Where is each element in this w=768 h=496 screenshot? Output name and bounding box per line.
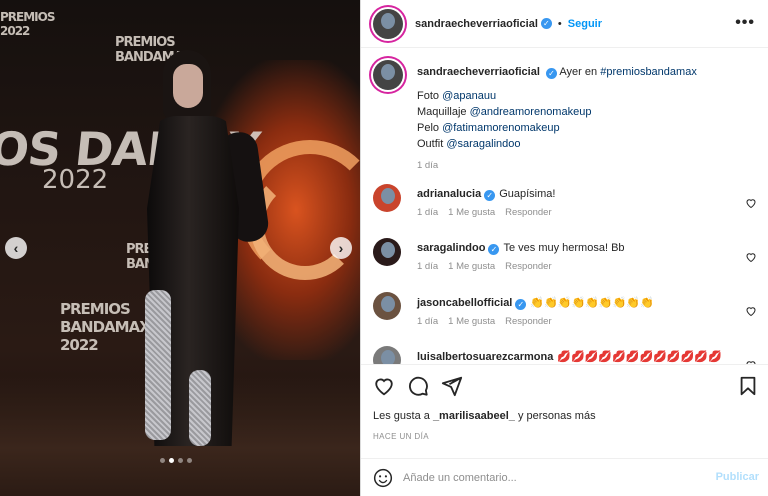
publish-button[interactable]: Publicar [716,471,759,483]
avatar[interactable] [373,184,401,212]
comment-meta: 1 día 1 Me gusta Responder [417,316,737,327]
avatar[interactable] [373,292,401,320]
avatar[interactable] [373,346,401,364]
comment-text: Te ves muy hermosa! Bb [503,242,625,254]
comment-time: 1 día [417,316,439,327]
heart-icon[interactable] [745,250,757,263]
share-send-icon[interactable] [441,375,463,397]
post-actions [361,364,768,406]
comment-likes[interactable]: 1 Me gusta [448,261,495,272]
caption-text: Ayer en [559,66,601,78]
slide-indicator [160,458,192,463]
caption-line-label: Maquillaje [417,106,470,118]
reply-button[interactable]: Responder [505,207,551,218]
comment-body: adrianalucia ✓ Guapísima! 1 día 1 Me gusta… [417,188,737,218]
comment-text: 💋💋💋💋💋💋💋💋💋💋💋💋 [557,351,722,363]
caption-meta: 1 día [417,158,757,174]
subject-face [173,64,203,108]
reply-button[interactable]: Responder [505,316,551,327]
bookmark-icon[interactable] [737,375,759,397]
likes-summary: Les gusta a _marilisaabeel_ y personas m… [373,410,596,422]
comment-author[interactable]: adrianalucia [417,188,481,200]
comment-author[interactable]: luisalbertosuarezcarmona [417,351,553,363]
avatar[interactable] [373,60,403,90]
comment-likes[interactable]: 1 Me gusta [448,316,495,327]
likes-user-link[interactable]: _marilisaabeel_ [433,410,515,422]
caption-author[interactable]: sandraecheverriaoficial [417,66,540,78]
slide-dot-active [169,458,174,463]
comment-body: saragalindoo ✓ Te ves muy hermosa! Bb 1 dí… [417,242,737,272]
mention-link[interactable]: @apanauu [442,90,496,102]
comment-input[interactable] [403,469,703,487]
subject-leg [189,370,211,446]
comment-likes[interactable]: 1 Me gusta [448,207,495,218]
author-username[interactable]: sandraecheverriaoficial [415,18,538,30]
comment-item: jasoncabellofficial ✓ 👏👏👏👏👏👏👏👏👏 1 día 1 Me… [373,292,763,340]
next-slide-button[interactable]: › [330,237,352,259]
post-header: sandraecheverriaoficial ✓ • Seguir ••• [361,0,768,48]
hashtag-link[interactable]: #premiosbandamax [600,66,697,78]
photo-subject [125,40,275,460]
mention-link[interactable]: @andreamorenomakeup [470,106,592,118]
previous-slide-button[interactable]: ‹ [5,237,27,259]
caption-line-label: Pelo [417,122,443,134]
comment-meta: 1 día 1 Me gusta Responder [417,261,737,272]
comment-item: saragalindoo ✓ Te ves muy hermosa! Bb 1 dí… [373,238,763,286]
comment-item: adrianalucia ✓ Guapísima! 1 día 1 Me gusta… [373,184,763,232]
comment-bubble-icon[interactable] [407,375,429,397]
comment-item: luisalbertosuarezcarmona 💋💋💋💋💋💋💋💋💋💋💋💋 [373,346,763,364]
heart-icon[interactable] [745,196,757,209]
separator-dot: • [557,17,562,30]
comment-body: jasoncabellofficial ✓ 👏👏👏👏👏👏👏👏👏 1 día 1 Me… [417,296,737,327]
chevron-right-icon: › [338,240,344,256]
verified-badge-icon: ✓ [540,18,552,29]
reply-button[interactable]: Responder [505,261,551,272]
comment-author[interactable]: jasoncabellofficial [417,297,512,309]
comment-body: luisalbertosuarezcarmona 💋💋💋💋💋💋💋💋💋💋💋💋 [417,350,737,363]
mention-link[interactable]: @saragalindoo [446,138,520,150]
comment-time: 1 día [417,207,439,218]
comment-text: Guapísima! [499,188,556,200]
caption-time: 1 día [417,160,439,171]
likes-suffix[interactable]: y personas más [515,410,596,422]
add-comment-bar: Publicar [361,458,768,496]
caption-body: sandraecheverriaoficial ✓ Ayer en #premi… [417,64,757,174]
more-horizontal-icon[interactable]: ••• [735,14,755,32]
verified-badge-icon: ✓ [484,190,496,201]
post-timestamp[interactable]: HACE UN DÍA [373,432,429,441]
post-side-panel: sandraecheverriaoficial ✓ • Seguir ••• s… [360,0,768,496]
verified-badge-icon: ✓ [515,299,527,310]
post-media: PREMIOS 2022 PREMIOS BANDAMAX OS DAMAX 2… [0,0,360,496]
like-heart-icon[interactable] [373,375,395,397]
comment-meta: 1 día 1 Me gusta Responder [417,207,737,218]
slide-dot [178,458,183,463]
follow-button[interactable]: Seguir [568,18,602,30]
avatar[interactable] [373,238,401,266]
brand-year: 2022 [42,165,109,195]
comments-section[interactable]: sandraecheverriaoficial ✓ Ayer en #premi… [361,48,768,364]
likes-prefix: Les gusta a [373,410,433,422]
chevron-left-icon: ‹ [13,240,19,256]
brand-text: PREMIOS 2022 [0,10,55,38]
comment-time: 1 día [417,261,439,272]
subject-leg [145,290,171,440]
verified-badge-icon: ✓ [488,244,500,255]
mention-link[interactable]: @fatimamorenomakeup [442,122,560,134]
slide-dot [160,458,165,463]
comment-author[interactable]: saragalindoo [417,242,485,254]
instagram-post: PREMIOS 2022 PREMIOS BANDAMAX OS DAMAX 2… [0,0,768,496]
comment-text: 👏👏👏👏👏👏👏👏👏 [530,297,654,309]
emoji-icon[interactable] [373,468,393,488]
verified-badge-icon: ✓ [545,68,557,79]
avatar[interactable] [373,8,403,39]
heart-icon[interactable] [745,304,757,317]
caption-line-label: Outfit [417,138,447,150]
slide-dot [187,458,192,463]
caption-line-label: Foto [417,90,443,102]
